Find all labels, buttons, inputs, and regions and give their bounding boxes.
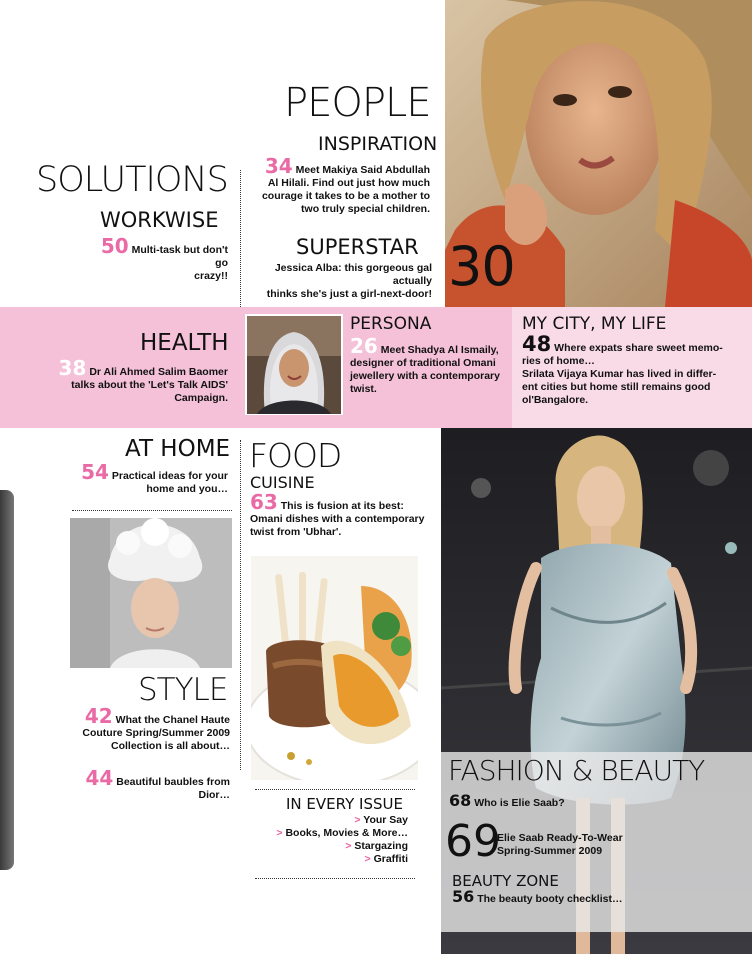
style-entry-44: 44 Beautiful baubles from Dior… — [85, 766, 230, 801]
health-heading: HEALTH — [140, 330, 229, 356]
page-number: 63 — [250, 490, 278, 514]
cuisine-entry: 63 This is fusion at its best: Omani dis… — [250, 490, 425, 538]
workwise-entry: 50 Multi-task but don't go crazy!! — [100, 234, 228, 282]
list-item: > Your Say — [354, 814, 408, 826]
chanel-model-photo — [70, 518, 232, 668]
page-number: 38 — [58, 356, 87, 380]
people-title: PEOPLE — [284, 80, 432, 126]
superstar-text: Jessica Alba: this gorgeous gal actually… — [266, 262, 432, 300]
superstar-heading: SUPERSTAR — [296, 235, 419, 259]
health-entry: 38 Dr Ali Ahmed Salim Baomer talks about… — [58, 356, 228, 404]
at-home-entry: 54 Practical ideas for your home and you… — [81, 460, 228, 495]
persona-entry: 26 Meet Shadya Al Ismaily, designer of t… — [350, 334, 500, 395]
page-number: 42 — [84, 704, 113, 728]
page-number: 68 — [449, 791, 472, 810]
my-city-heading: MY CITY, MY LIFE — [522, 314, 667, 334]
divider — [72, 510, 232, 511]
style-title: STYLE — [138, 672, 228, 708]
solutions-title: SOLUTIONS — [36, 160, 229, 200]
divider — [255, 789, 415, 790]
column-divider — [240, 170, 241, 307]
fashion-beauty-title: FASHION & BEAUTY — [448, 754, 705, 787]
beauty-zone-entry: 56 The beauty booty checklist… — [452, 887, 623, 906]
in-every-issue-list: > Your Say > Books, Movies & More… > Sta… — [250, 814, 408, 866]
divider — [255, 878, 415, 879]
list-item: > Graffiti — [364, 853, 408, 865]
column-divider — [240, 440, 241, 770]
page-number: 50 — [100, 234, 129, 258]
at-home-heading: AT HOME — [125, 436, 231, 462]
superstar-page-number: 30 — [448, 235, 516, 298]
my-city-entry: 48 Where expats share sweet memo- ries o… — [522, 332, 723, 407]
page-number: 48 — [522, 332, 552, 356]
page-number: 34 — [264, 154, 293, 178]
partial-edge-photo — [0, 490, 14, 870]
inspiration-heading: INSPIRATION — [318, 133, 438, 155]
persona-heading: PERSONA — [350, 314, 432, 334]
page-number: 26 — [350, 334, 378, 358]
style-entry-42: 42 What the Chanel Haute Couture Spring/… — [82, 704, 230, 752]
list-item: > Books, Movies & More… — [276, 827, 408, 839]
workwise-heading: WORKWISE — [100, 208, 219, 232]
fashion-entry-68: 68 Who is Elie Saab? — [449, 791, 565, 810]
omani-fusion-dish-photo — [251, 556, 418, 780]
inspiration-entry: 34 Meet Makiya Said Abdullah Al Hilali. … — [261, 154, 430, 215]
page-number: 44 — [85, 766, 114, 790]
page-number: 54 — [81, 460, 109, 484]
page-number: 69 — [445, 816, 501, 867]
shadya-al-ismaily-photo — [247, 316, 341, 414]
list-item: > Stargazing — [345, 840, 408, 852]
page-number: 56 — [452, 887, 475, 906]
in-every-issue-heading: IN EVERY ISSUE — [286, 795, 403, 813]
food-title: FOOD — [249, 436, 342, 475]
